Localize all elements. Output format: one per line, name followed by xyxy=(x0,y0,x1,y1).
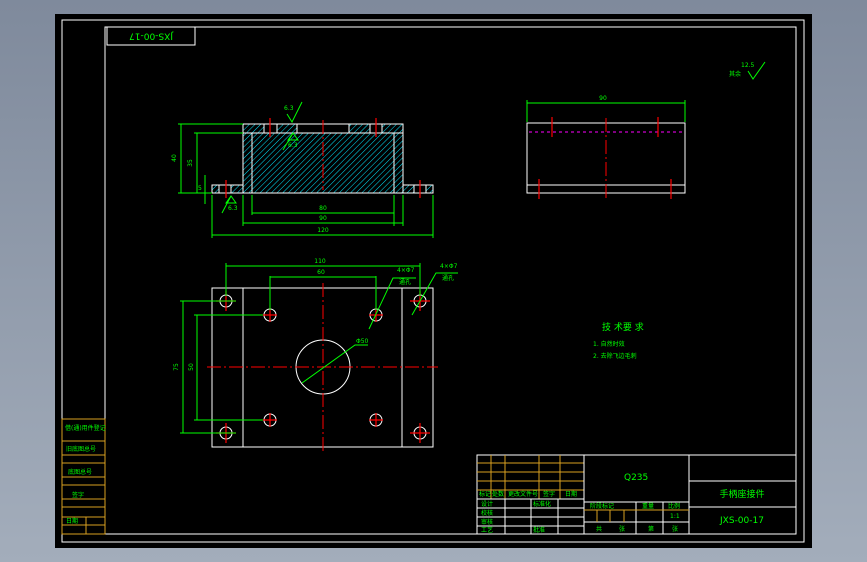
dim-height-inner-top: 50 xyxy=(188,363,195,371)
roughness-mark: 6.3 xyxy=(288,142,298,149)
part-name: 手柄座接件 xyxy=(719,488,764,500)
dim-inner-width: 80 xyxy=(319,205,327,212)
drawing-area xyxy=(55,14,812,548)
rev-header: 处数 xyxy=(492,490,504,498)
dim-total-width: 120 xyxy=(317,227,329,234)
dim-center-hole: Φ50 xyxy=(356,338,369,345)
margin-label: 借(通)用件登记 xyxy=(65,424,106,432)
dim-hole-span-outer: 110 xyxy=(314,258,326,265)
hole-callout-depth: 通孔 xyxy=(399,278,411,286)
tech-req-item: 1. 自然时效 xyxy=(593,340,625,348)
role-label: 校核 xyxy=(481,509,493,517)
hole-callout-depth: 通孔 xyxy=(442,274,454,282)
margin-label: 旧底图总号 xyxy=(66,445,96,453)
sheet-label: 共 xyxy=(596,525,602,533)
drawing-code: JXS-00-17 xyxy=(719,516,764,526)
roughness-label: 其余 xyxy=(729,70,741,78)
approve-label: 批准 xyxy=(533,526,545,534)
rev-header: 签字 xyxy=(543,490,555,498)
sheet-label: 第 xyxy=(648,525,654,533)
roughness-mark: 6.3 xyxy=(284,105,294,112)
dim-side-width: 90 xyxy=(599,95,607,102)
roughness-mark: 6.3 xyxy=(228,205,238,212)
tech-req-item: 2. 去除飞边毛刺 xyxy=(593,352,637,360)
dim-hole-span-inner: 60 xyxy=(317,269,325,276)
hole-callout-qty: 4×Φ7 xyxy=(397,267,415,274)
roughness-value: 12.5 xyxy=(741,62,755,69)
role-label: 工艺 xyxy=(481,526,493,534)
hole-callout-qty: 4×Φ7 xyxy=(440,263,458,270)
standardization-label: 标准化 xyxy=(533,500,551,508)
rev-header: 标记 xyxy=(479,490,491,498)
role-label: 设计 xyxy=(481,500,493,508)
material: Q235 xyxy=(624,473,648,483)
rev-header: 日期 xyxy=(565,490,577,498)
dim-height-outer: 75 xyxy=(173,363,180,371)
margin-label: 签字 xyxy=(72,491,84,499)
dim-flange: 5 xyxy=(198,185,202,192)
dim-height-inner: 35 xyxy=(187,159,194,167)
margin-label: 底图总号 xyxy=(68,468,92,476)
dim-height-total: 40 xyxy=(171,154,178,162)
sheet-label: 张 xyxy=(672,525,678,533)
role-label: 审核 xyxy=(481,518,493,526)
margin-label: 日期 xyxy=(66,517,78,525)
cad-drawing-canvas[interactable]: JXS-00-17 其余 12.5 40 35 5 80 90 120 6.3 … xyxy=(0,0,867,562)
sheet-label: 张 xyxy=(619,525,625,533)
stage-header: 阶段标记 xyxy=(590,502,614,510)
dim-outer-width: 90 xyxy=(319,215,327,222)
scale-value: 1:1 xyxy=(670,513,680,520)
tech-req-title: 技 术要 求 xyxy=(602,321,644,333)
stage-header: 重量 xyxy=(642,502,654,510)
drawing-number-rotated: JXS-00-17 xyxy=(129,31,174,41)
rev-header: 更改文件号 xyxy=(508,490,538,498)
stage-header: 比例 xyxy=(668,502,680,510)
